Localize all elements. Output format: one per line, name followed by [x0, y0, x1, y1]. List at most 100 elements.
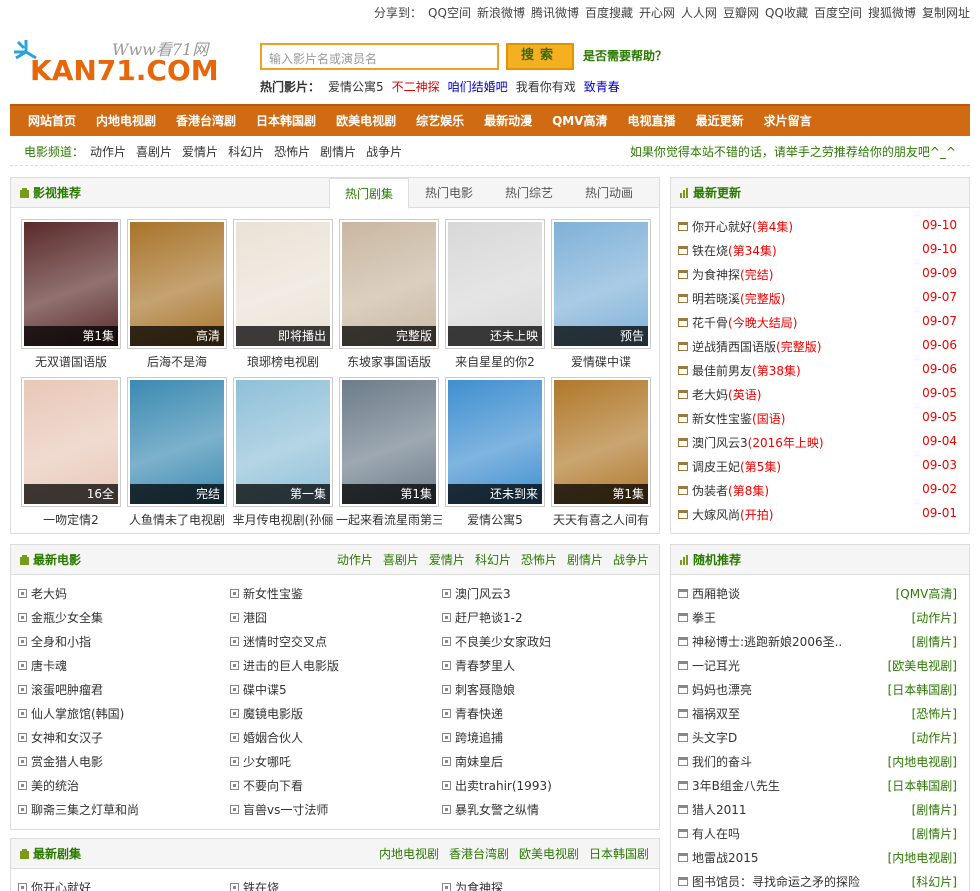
update-item[interactable]: 调皮王妃 (第5集) [678, 458, 781, 475]
random-title[interactable]: 神秘博士:逃跑新娘2006圣.. [692, 633, 842, 650]
movie-title[interactable]: 不良美少女家政妇 [455, 633, 551, 650]
movie-item[interactable]: 赏金猎人电影 [18, 753, 103, 770]
random-title[interactable]: 拳王 [692, 609, 716, 626]
nav-item-recent-updates[interactable]: 最近更新 [686, 106, 754, 136]
poster-title[interactable]: 爱情碟中谍 [548, 353, 654, 370]
poster-image[interactable]: 第1集 [551, 377, 651, 507]
random-category[interactable]: [剧情片] [912, 825, 957, 842]
movie-item[interactable]: 金瓶少女全集 [18, 609, 103, 626]
random-category[interactable]: [欧美电视剧] [888, 657, 957, 674]
poster-image[interactable]: 第1集 [21, 219, 121, 349]
nav-item-qmv-hd[interactable]: QMV高清 [542, 106, 617, 136]
update-item[interactable]: 老大妈 (英语) [678, 386, 761, 403]
help-link[interactable]: 是否需要帮助？ [583, 47, 667, 64]
hot-movie-link[interactable]: 咱们结婚吧 [448, 78, 508, 95]
random-item[interactable]: 3年B组金八先生 [678, 777, 780, 794]
share-qq-favorites-link[interactable]: QQ收藏 [765, 0, 808, 26]
update-item[interactable]: 铁在烧 (第34集) [678, 242, 777, 259]
update-item[interactable]: 为食神探 (完结) [678, 266, 773, 283]
poster-image[interactable]: 还未上映 [445, 219, 545, 349]
series-item[interactable]: 你开心就好 [18, 879, 91, 891]
random-item[interactable]: 头文字D [678, 729, 737, 746]
random-category[interactable]: [恐怖片] [912, 705, 957, 722]
tab-hot-series[interactable]: 热门剧集 [329, 178, 409, 209]
poster-title[interactable]: 芈月传电视剧(孙俪 [230, 511, 336, 528]
series-jp-kr-link[interactable]: 日本韩国剧 [589, 839, 649, 869]
movie-item[interactable]: 赶尸艳谈1-2 [442, 609, 523, 626]
movie-title[interactable]: 赶尸艳谈1-2 [455, 609, 523, 626]
share-tencent-weibo-link[interactable]: 腾讯微博 [531, 0, 579, 26]
movie-item[interactable]: 港囧 [230, 609, 267, 626]
hot-movie-link[interactable]: 不二神探 [392, 78, 440, 95]
update-title[interactable]: 逆战猜西国语版 [692, 338, 776, 355]
random-item[interactable]: 我们的奋斗 [678, 753, 752, 770]
series-title[interactable]: 为食神探 [455, 879, 503, 891]
random-title[interactable]: 西厢艳谈 [692, 585, 740, 602]
nav-item-home[interactable]: 网站首页 [18, 106, 86, 136]
poster-card[interactable]: 第1集 天天有喜之人间有 [551, 377, 651, 528]
movie-item[interactable]: 滚蛋吧肿瘤君 [18, 681, 103, 698]
random-category[interactable]: [动作片] [912, 609, 957, 626]
random-item[interactable]: 福祸双至 [678, 705, 740, 722]
channel-comedy-link[interactable]: 喜剧片 [136, 138, 172, 165]
poster-image[interactable]: 第1集 [339, 377, 439, 507]
poster-title[interactable]: 一起来看流星雨第三 [336, 511, 442, 528]
movie-title[interactable]: 青春梦里人 [455, 657, 515, 674]
movie-title[interactable]: 新女性宝鉴 [243, 585, 303, 602]
poster-image[interactable]: 还未到来 [445, 377, 545, 507]
poster-card[interactable]: 高清 后海不是海 [127, 219, 227, 370]
poster-image[interactable]: 高清 [127, 219, 227, 349]
random-category[interactable]: [科幻片] [912, 873, 957, 890]
update-item[interactable]: 大嫁风尚 (开拍) [678, 506, 773, 523]
update-item[interactable]: 逆战猜西国语版 (完整版) [678, 338, 821, 355]
movie-title[interactable]: 唐卡魂 [31, 657, 67, 674]
movie-item[interactable]: 美的统治 [18, 777, 79, 794]
movie-title[interactable]: 澳门风云3 [455, 585, 511, 602]
movie-item[interactable]: 跨境追捕 [442, 729, 503, 746]
movie-item[interactable]: 不良美少女家政妇 [442, 633, 551, 650]
genre-comedy-link[interactable]: 喜剧片 [383, 545, 419, 575]
movie-title[interactable]: 港囧 [243, 609, 267, 626]
movie-item[interactable]: 迷情时空交叉点 [230, 633, 327, 650]
movie-title[interactable]: 女神和女汉子 [31, 729, 103, 746]
update-title[interactable]: 老大妈 [692, 386, 728, 403]
copy-url-link[interactable]: 复制网址 [922, 0, 970, 26]
genre-action-link[interactable]: 动作片 [337, 545, 373, 575]
poster-card[interactable]: 预告 爱情碟中谍 [551, 219, 651, 370]
poster-image[interactable]: 完结 [127, 377, 227, 507]
movie-title[interactable]: 碟中谍5 [243, 681, 287, 698]
random-title[interactable]: 图书馆员：寻找命运之矛的探险 [692, 873, 860, 890]
update-item[interactable]: 伪装者 (第8集) [678, 482, 769, 499]
channel-scifi-link[interactable]: 科幻片 [228, 138, 264, 165]
series-mainland-link[interactable]: 内地电视剧 [379, 839, 439, 869]
movie-title[interactable]: 跨境追捕 [455, 729, 503, 746]
update-title[interactable]: 为食神探 [692, 266, 740, 283]
movie-item[interactable]: 魔镜电影版 [230, 705, 303, 722]
update-title[interactable]: 澳门风云3 [692, 434, 748, 451]
poster-card[interactable]: 还未到来 爱情公寓5 [445, 377, 545, 528]
random-category[interactable]: [剧情片] [912, 801, 957, 818]
poster-title[interactable]: 东坡家事国语版 [336, 353, 442, 370]
update-title[interactable]: 你开心就好 [692, 218, 752, 235]
movie-item[interactable]: 刺客聂隐娘 [442, 681, 515, 698]
update-title[interactable]: 新女性宝鉴 [692, 410, 752, 427]
genre-scifi-link[interactable]: 科幻片 [475, 545, 511, 575]
movie-item[interactable]: 老大妈 [18, 585, 67, 602]
nav-item-mainland-tv[interactable]: 内地电视剧 [86, 106, 166, 136]
nav-item-western-tv[interactable]: 欧美电视剧 [326, 106, 406, 136]
movie-item[interactable]: 青春梦里人 [442, 657, 515, 674]
poster-card[interactable]: 完结人鱼情未了电视剧 [127, 377, 227, 528]
poster-title[interactable]: 人鱼情未了电视剧 [124, 511, 230, 528]
movie-title[interactable]: 青春快递 [455, 705, 503, 722]
update-item[interactable]: 明若晓溪 (完整版) [678, 290, 785, 307]
random-title[interactable]: 地雷战2015 [692, 849, 759, 866]
movie-item[interactable]: 女神和女汉子 [18, 729, 103, 746]
random-category[interactable]: [QMV高清] [896, 585, 957, 602]
movie-title[interactable]: 美的统治 [31, 777, 79, 794]
poster-image[interactable]: 即将播出 [233, 219, 333, 349]
movie-title[interactable]: 暴乳女警之纵情 [455, 801, 539, 818]
movie-title[interactable]: 赏金猎人电影 [31, 753, 103, 770]
genre-drama-link[interactable]: 剧情片 [567, 545, 603, 575]
poster-card[interactable]: 第一集 芈月传电视剧(孙俪 [233, 377, 333, 528]
genre-romance-link[interactable]: 爱情片 [429, 545, 465, 575]
